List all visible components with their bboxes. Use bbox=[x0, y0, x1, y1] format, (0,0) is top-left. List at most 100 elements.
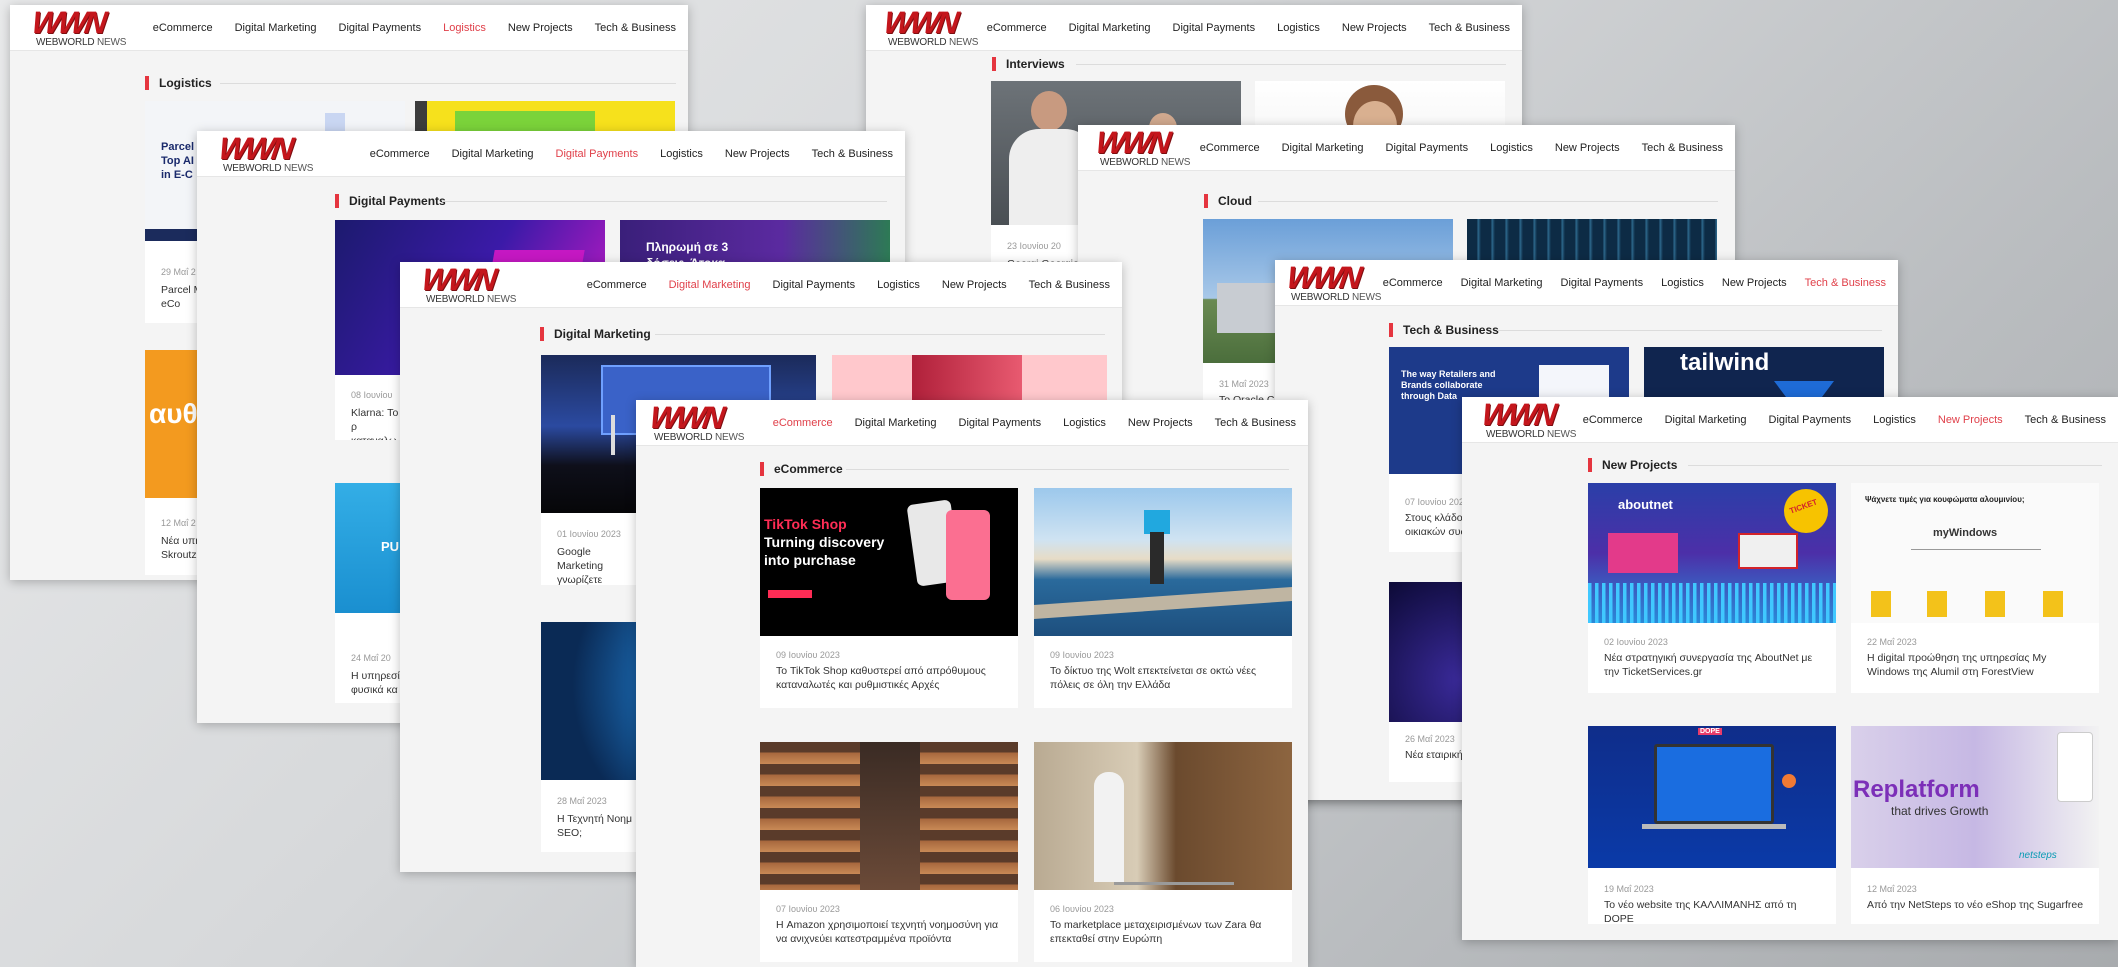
article-image[interactable] bbox=[760, 742, 1018, 890]
nav-digital-marketing[interactable]: Digital Marketing bbox=[1461, 277, 1543, 289]
site-logo[interactable]: WWN WEBWORLD NEWS bbox=[1285, 260, 1383, 304]
main-nav: eCommerce Digital Marketing Digital Paym… bbox=[1200, 125, 1723, 171]
article-title[interactable]: Το TikTok Shop καθυστερεί από απρόθυμους… bbox=[776, 664, 1004, 692]
article-image[interactable]: aboutnet TICKET bbox=[1588, 483, 1836, 623]
article-card[interactable]: 09 Ιουνίου 2023 Το δίκτυο της Wolt επεκτ… bbox=[1034, 488, 1292, 708]
nav-digital-payments[interactable]: Digital Payments bbox=[556, 148, 639, 160]
nav-digital-payments[interactable]: Digital Payments bbox=[959, 417, 1042, 429]
nav-ecommerce[interactable]: eCommerce bbox=[1583, 414, 1643, 426]
article-title[interactable]: Το δίκτυο της Wolt επεκτείνεται σε οκτώ … bbox=[1050, 664, 1278, 692]
nav-logistics[interactable]: Logistics bbox=[660, 148, 703, 160]
section-title: Cloud bbox=[1204, 194, 1252, 208]
main-nav: eCommerce Digital Marketing Digital Paym… bbox=[1583, 397, 2106, 443]
article-title[interactable]: Το νέο website της ΚΑΛΛΙΜΑΝΗΣ από τη DOP… bbox=[1604, 898, 1822, 924]
nav-logistics[interactable]: Logistics bbox=[1063, 417, 1106, 429]
article-title[interactable]: Η υπηρεσί φυσικά κα bbox=[351, 669, 405, 697]
article-image[interactable]: Ψάχνετε τιμές για κουφώματα αλουμινίου; … bbox=[1851, 483, 2099, 623]
site-logo[interactable]: WWN WEBWORLD NEWS bbox=[1480, 397, 1578, 441]
site-logo[interactable]: WWN WEBWORLD NEWS bbox=[648, 400, 746, 444]
nav-digital-marketing[interactable]: Digital Marketing bbox=[1282, 142, 1364, 154]
nav-logistics[interactable]: Logistics bbox=[443, 22, 486, 34]
article-card[interactable]: TikTok Shop Turning discovery into purch… bbox=[760, 488, 1018, 708]
nav-new-projects[interactable]: New Projects bbox=[725, 148, 790, 160]
main-nav: eCommerce Digital Marketing Digital Paym… bbox=[587, 262, 1110, 308]
nav-tech-business[interactable]: Tech & Business bbox=[1805, 277, 1886, 289]
nav-new-projects[interactable]: New Projects bbox=[1555, 142, 1620, 154]
site-logo[interactable]: WWN WEBWORLD NEWS bbox=[1094, 125, 1192, 169]
article-title[interactable]: Η digital προώθηση της υπηρεσίας My Wind… bbox=[1867, 651, 2085, 679]
article-title[interactable]: Η Τεχνητή Νοημ SEO; bbox=[557, 812, 636, 840]
nav-digital-payments[interactable]: Digital Payments bbox=[773, 279, 856, 291]
site-logo[interactable]: WWN WEBWORLD NEWS bbox=[420, 262, 518, 306]
article-card[interactable]: 07 Ιουνίου 2023 Η Amazon χρησιμοποιεί τε… bbox=[760, 742, 1018, 962]
nav-ecommerce[interactable]: eCommerce bbox=[1383, 277, 1443, 289]
site-header: WWN WEBWORLD NEWS eCommerce Digital Marke… bbox=[10, 5, 688, 51]
nav-digital-marketing[interactable]: Digital Marketing bbox=[669, 279, 751, 291]
site-logo[interactable]: WWN WEBWORLD NEWS bbox=[882, 5, 980, 49]
article-title[interactable]: Η Amazon χρησιμοποιεί τεχνητή νοημοσύνη … bbox=[776, 918, 1004, 946]
nav-tech-business[interactable]: Tech & Business bbox=[812, 148, 893, 160]
nav-digital-payments[interactable]: Digital Payments bbox=[1386, 142, 1469, 154]
article-title[interactable]: Klarna: Το ρ καταναλω bbox=[351, 406, 405, 440]
nav-ecommerce[interactable]: eCommerce bbox=[153, 22, 213, 34]
nav-ecommerce[interactable]: eCommerce bbox=[587, 279, 647, 291]
site-header: WWN WEBWORLD NEWS eCommerce Digital Marke… bbox=[866, 5, 1522, 51]
article-card[interactable]: DOPE 19 Μαΐ 2023 Το νέο website της ΚΑΛΛ… bbox=[1588, 726, 1836, 924]
nav-new-projects[interactable]: New Projects bbox=[1342, 22, 1407, 34]
article-image[interactable]: DOPE bbox=[1588, 726, 1836, 868]
section-title: Logistics bbox=[145, 76, 212, 90]
nav-digital-payments[interactable]: Digital Payments bbox=[339, 22, 422, 34]
main-nav: eCommerce Digital Marketing Digital Paym… bbox=[1383, 260, 1886, 306]
article-card[interactable]: 06 Ιουνίου 2023 To marketplace μεταχειρι… bbox=[1034, 742, 1292, 962]
article-image[interactable] bbox=[1034, 742, 1292, 890]
window-new-projects: WWN WEBWORLD NEWS eCommerce Digital Marke… bbox=[1462, 397, 2118, 940]
nav-digital-marketing[interactable]: Digital Marketing bbox=[1069, 22, 1151, 34]
nav-new-projects[interactable]: New Projects bbox=[942, 279, 1007, 291]
nav-logistics[interactable]: Logistics bbox=[1490, 142, 1533, 154]
nav-ecommerce[interactable]: eCommerce bbox=[987, 22, 1047, 34]
article-title[interactable]: To marketplace μεταχειρισμένων των Zara … bbox=[1050, 918, 1278, 946]
nav-ecommerce[interactable]: eCommerce bbox=[370, 148, 430, 160]
window-ecommerce: WWN WEBWORLD NEWS eCommerce Digital Marke… bbox=[636, 400, 1308, 967]
section-title: eCommerce bbox=[760, 462, 843, 476]
nav-tech-business[interactable]: Tech & Business bbox=[1429, 22, 1510, 34]
article-title[interactable]: Από την NetSteps το νέο eShop της Sugarf… bbox=[1867, 898, 2085, 912]
section-title: Interviews bbox=[992, 57, 1065, 71]
nav-logistics[interactable]: Logistics bbox=[1277, 22, 1320, 34]
site-header: WWN WEBWORLD NEWS eCommerce Digital Marke… bbox=[1462, 397, 2118, 443]
article-image[interactable] bbox=[1034, 488, 1292, 636]
article-card[interactable]: Replatform that drives Growth netsteps 1… bbox=[1851, 726, 2099, 924]
nav-digital-marketing[interactable]: Digital Marketing bbox=[1665, 414, 1747, 426]
nav-digital-payments[interactable]: Digital Payments bbox=[1173, 22, 1256, 34]
main-nav: eCommerce Digital Marketing Digital Paym… bbox=[773, 400, 1296, 446]
nav-logistics[interactable]: Logistics bbox=[877, 279, 920, 291]
nav-logistics[interactable]: Logistics bbox=[1661, 277, 1704, 289]
article-card[interactable]: Ψάχνετε τιμές για κουφώματα αλουμινίου; … bbox=[1851, 483, 2099, 693]
site-logo[interactable]: WWN WEBWORLD NEWS bbox=[217, 131, 315, 175]
nav-tech-business[interactable]: Tech & Business bbox=[595, 22, 676, 34]
article-image[interactable]: Replatform that drives Growth netsteps bbox=[1851, 726, 2099, 868]
nav-ecommerce[interactable]: eCommerce bbox=[773, 417, 833, 429]
main-nav: eCommerce Digital Marketing Digital Paym… bbox=[370, 131, 893, 177]
nav-tech-business[interactable]: Tech & Business bbox=[1029, 279, 1110, 291]
nav-digital-payments[interactable]: Digital Payments bbox=[1769, 414, 1852, 426]
nav-tech-business[interactable]: Tech & Business bbox=[2025, 414, 2106, 426]
article-image[interactable]: TikTok Shop Turning discovery into purch… bbox=[760, 488, 1018, 636]
article-card[interactable]: aboutnet TICKET 02 Ιουνίου 2023 Νέα στρα… bbox=[1588, 483, 1836, 693]
nav-digital-marketing[interactable]: Digital Marketing bbox=[855, 417, 937, 429]
nav-digital-marketing[interactable]: Digital Marketing bbox=[452, 148, 534, 160]
nav-new-projects[interactable]: New Projects bbox=[1938, 414, 2003, 426]
nav-new-projects[interactable]: New Projects bbox=[1128, 417, 1193, 429]
nav-tech-business[interactable]: Tech & Business bbox=[1215, 417, 1296, 429]
nav-digital-marketing[interactable]: Digital Marketing bbox=[235, 22, 317, 34]
site-header: WWN WEBWORLD NEWS eCommerce Digital Marke… bbox=[1078, 125, 1735, 171]
nav-new-projects[interactable]: New Projects bbox=[508, 22, 573, 34]
site-logo[interactable]: WWN WEBWORLD NEWS bbox=[30, 5, 128, 49]
nav-ecommerce[interactable]: eCommerce bbox=[1200, 142, 1260, 154]
article-title[interactable]: Google Marketing γνωρίζετε bbox=[557, 545, 636, 585]
nav-tech-business[interactable]: Tech & Business bbox=[1642, 142, 1723, 154]
nav-new-projects[interactable]: New Projects bbox=[1722, 277, 1787, 289]
nav-logistics[interactable]: Logistics bbox=[1873, 414, 1916, 426]
article-title[interactable]: Νέα στρατηγική συνεργασία της AboutNet μ… bbox=[1604, 651, 1822, 679]
nav-digital-payments[interactable]: Digital Payments bbox=[1561, 277, 1644, 289]
